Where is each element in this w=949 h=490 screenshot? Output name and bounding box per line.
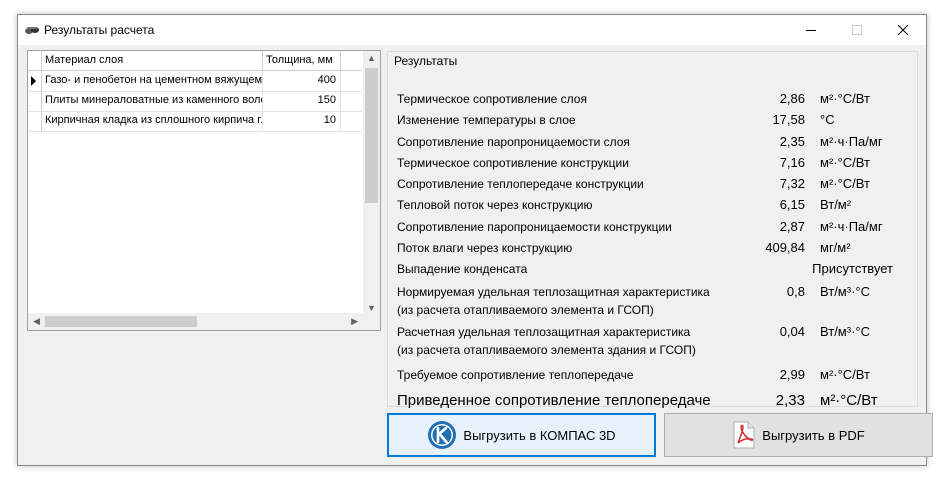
- row-indicator: [28, 91, 42, 111]
- result-label: Термическое сопротивление слоя: [397, 92, 587, 106]
- column-header-thickness[interactable]: Толщина, мм: [263, 51, 341, 70]
- result-value: 2,87: [779, 219, 805, 234]
- result-value: 2,86: [779, 91, 805, 106]
- result-label: Тепловой поток через конструкцию: [397, 198, 593, 212]
- required-unit: м²·°С/Вт: [820, 367, 870, 382]
- result-unit: м²·°С/Вт: [820, 155, 870, 170]
- row-indicator: [28, 71, 42, 91]
- results-group-title: Результаты: [394, 54, 458, 68]
- export-kompas-button[interactable]: Выгрузить в КОМПАС 3D: [387, 413, 656, 457]
- required-value: 2,99: [779, 367, 805, 382]
- material-cell[interactable]: Плиты минераловатные из каменного волокн…: [42, 91, 263, 111]
- column-header-material[interactable]: Материал слоя: [42, 51, 263, 70]
- maximize-button[interactable]: [834, 15, 880, 45]
- horizontal-scroll-thumb[interactable]: [45, 316, 197, 327]
- title-bar[interactable]: Результаты расчета: [18, 15, 926, 45]
- vertical-scroll-thumb[interactable]: [365, 68, 378, 203]
- material-cell[interactable]: Кирпичная кладка из сплошного кирпича гл…: [42, 111, 263, 131]
- close-button[interactable]: [880, 15, 926, 45]
- table-row[interactable]: Плиты минераловатные из каменного волокн…: [28, 91, 362, 112]
- result-unit: °С: [820, 112, 835, 127]
- result-label: Сопротивление паропроницаемости конструк…: [397, 220, 672, 234]
- pdf-icon: [732, 421, 756, 449]
- grid-header: Материал слоя Толщина, мм: [28, 51, 362, 71]
- result-unit: м²·°С/Вт: [820, 176, 870, 191]
- window-title: Результаты расчета: [44, 23, 155, 37]
- calculated-label-line2: (из расчета отапливаемого элемента здани…: [397, 343, 696, 357]
- result-label: Изменение температуры в слое: [397, 113, 576, 127]
- results-window: Результаты расчета Материал слоя Толщина…: [17, 14, 933, 466]
- normative-unit: Вт/м³·°С: [820, 284, 870, 299]
- result-label: Сопротивление теплопередаче конструкции: [397, 177, 644, 191]
- result-label: Термическое сопротивление конструкции: [397, 156, 629, 170]
- scroll-up-icon[interactable]: ▲: [367, 53, 376, 63]
- calculated-value: 0,04: [779, 324, 805, 339]
- calculated-label-line1: Расчетная удельная теплозащитная характе…: [397, 325, 691, 339]
- reduced-label: Приведенное сопротивление теплопередаче: [397, 392, 711, 409]
- calculated-unit: Вт/м³·°С: [820, 324, 870, 339]
- normative-label-line1: Нормируемая удельная теплозащитная харак…: [397, 285, 710, 299]
- table-row[interactable]: Газо- и пенобетон на цементном вяжущем 4…: [28, 71, 362, 92]
- close-icon: [898, 25, 908, 35]
- table-row[interactable]: Кирпичная кладка из сплошного кирпича гл…: [28, 111, 362, 132]
- result-value: 409,84: [765, 240, 805, 255]
- result-unit: м²·ч·Па/мг: [820, 219, 883, 234]
- row-indicator: [28, 111, 42, 131]
- condensation-label: Выпадение конденсата: [397, 262, 528, 276]
- result-unit: Вт/м²: [820, 197, 852, 212]
- export-pdf-label: Выгрузить в PDF: [762, 427, 865, 443]
- reduced-unit: м²·°С/Вт: [820, 392, 878, 409]
- vertical-scrollbar[interactable]: ▲ ▼: [363, 51, 380, 315]
- normative-value: 0,8: [786, 284, 805, 299]
- horizontal-scrollbar[interactable]: ◀ ▶: [28, 313, 363, 330]
- results-group: Результаты Термическое сопротивление сло…: [387, 51, 918, 409]
- thickness-cell[interactable]: 150: [263, 91, 341, 111]
- export-kompas-label: Выгрузить в КОМПАС 3D: [463, 427, 616, 443]
- scroll-down-icon[interactable]: ▼: [367, 303, 376, 313]
- result-unit: м²·°С/Вт: [820, 91, 870, 106]
- result-value: 17,58: [772, 112, 805, 127]
- layers-grid[interactable]: Материал слоя Толщина, мм Газо- и пенобе…: [27, 50, 381, 331]
- minimize-icon: [806, 30, 816, 31]
- result-value: 7,16: [779, 155, 805, 170]
- header-indicator-cell: [28, 51, 42, 70]
- reduced-value: 2,33: [775, 392, 805, 409]
- scrollbar-corner: [363, 313, 380, 330]
- kompas-icon: [427, 420, 457, 450]
- app-icon: [24, 23, 40, 35]
- maximize-icon: [852, 25, 862, 35]
- normative-label-line2: (из расчета отапливаемого элемента и ГСО…: [397, 303, 654, 317]
- result-label: Сопротивление паропроницаемости слоя: [397, 135, 630, 149]
- export-pdf-button[interactable]: Выгрузить в PDF: [664, 413, 933, 457]
- material-cell[interactable]: Газо- и пенобетон на цементном вяжущем: [42, 71, 263, 91]
- result-unit: м²·ч·Па/мг: [820, 134, 883, 149]
- thickness-cell[interactable]: 400: [263, 71, 341, 91]
- required-label: Требуемое сопротивление теплопередаче: [397, 368, 634, 382]
- result-label: Поток влаги через конструкцию: [397, 241, 573, 255]
- current-row-icon: [31, 76, 36, 86]
- result-value: 7,32: [779, 176, 805, 191]
- result-value: 6,15: [779, 197, 805, 212]
- result-value: 2,35: [779, 134, 805, 149]
- scroll-left-icon[interactable]: ◀: [33, 316, 40, 327]
- condensation-value: Присутствует: [812, 261, 893, 276]
- minimize-button[interactable]: [788, 15, 834, 45]
- scroll-right-icon[interactable]: ▶: [351, 316, 358, 327]
- thickness-cell[interactable]: 10: [263, 111, 341, 131]
- result-unit: мг/м²: [820, 240, 851, 255]
